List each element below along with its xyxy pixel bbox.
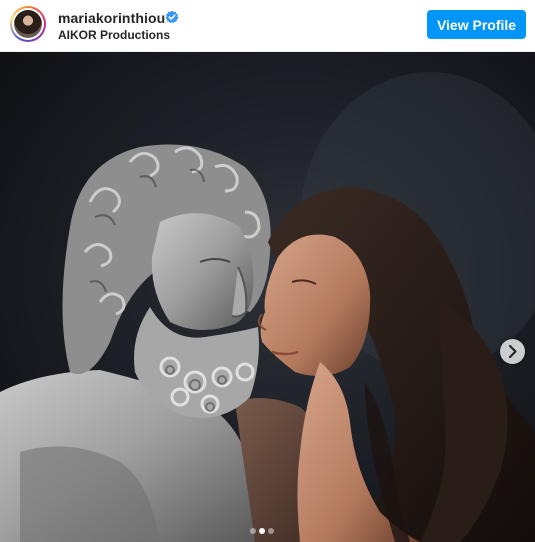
carousel-indicator xyxy=(250,528,280,536)
avatar-image xyxy=(14,10,42,38)
profile-subtitle: AIKOR Productions xyxy=(58,28,171,42)
verified-badge-icon xyxy=(165,10,179,24)
profile-avatar[interactable] xyxy=(10,6,46,42)
sculpture-and-woman-photo xyxy=(0,52,535,542)
carousel-dot xyxy=(250,528,256,534)
post-header: mariakorinthiou AIKOR Productions View P… xyxy=(0,0,535,52)
carousel-dot-active xyxy=(259,528,265,534)
chevron-right-icon xyxy=(508,344,517,359)
username-link[interactable]: mariakorinthiou xyxy=(58,10,165,26)
view-profile-button[interactable]: View Profile xyxy=(427,10,526,39)
carousel-dot xyxy=(268,528,274,534)
post-image xyxy=(0,52,535,542)
carousel-next-button[interactable] xyxy=(500,339,525,364)
